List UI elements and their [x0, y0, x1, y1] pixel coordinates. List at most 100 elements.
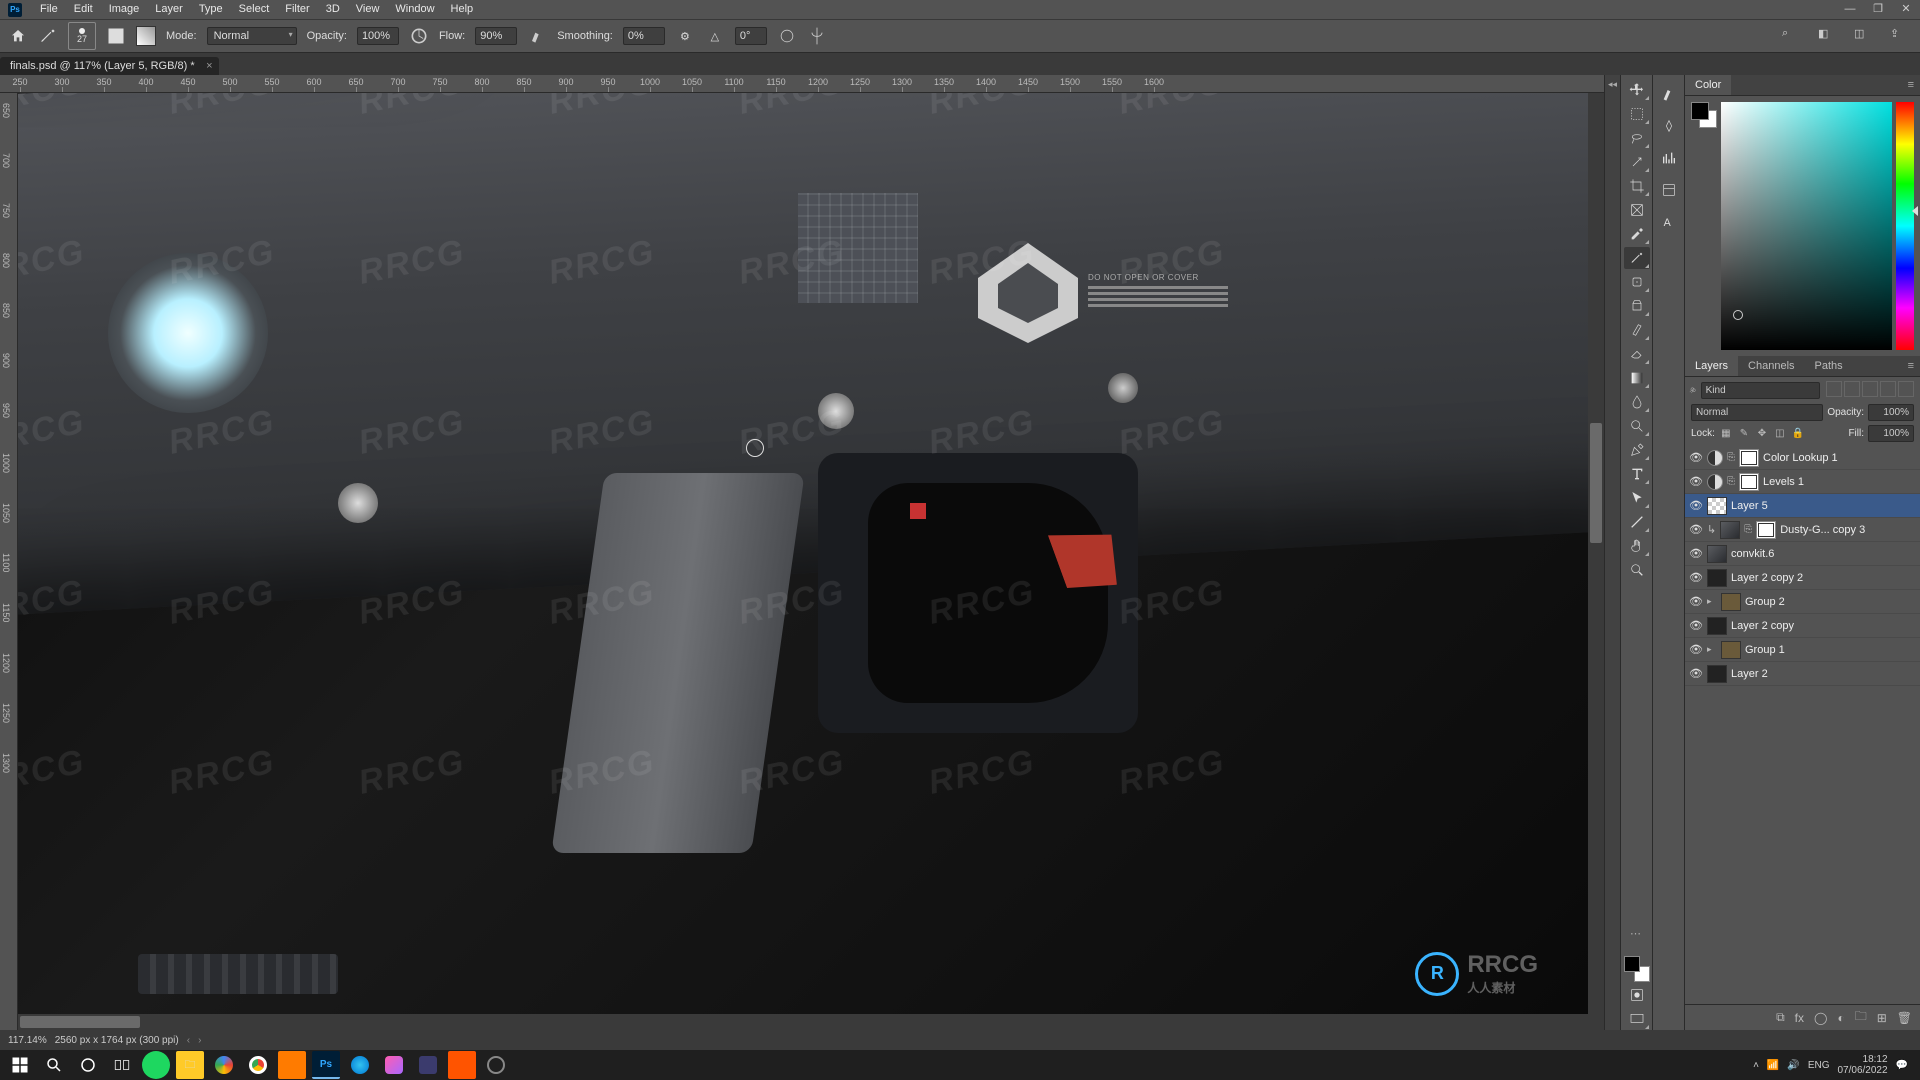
layer-mask-thumb[interactable] — [1739, 473, 1759, 491]
start-button[interactable] — [6, 1051, 34, 1079]
layer-mask-thumb[interactable] — [1739, 449, 1759, 467]
marquee-tool-icon[interactable] — [1624, 103, 1650, 125]
brush-settings-panel-icon[interactable] — [1656, 79, 1682, 109]
gradient-tool-icon[interactable] — [1624, 367, 1650, 389]
taskbar-app-spotify[interactable] — [142, 1051, 170, 1079]
tray-network-icon[interactable]: 📶 — [1767, 1060, 1779, 1071]
layer-row[interactable]: 👁⎘Levels 1 — [1685, 470, 1920, 494]
brush-settings-icon[interactable] — [106, 26, 126, 46]
layer-name[interactable]: Group 2 — [1745, 596, 1916, 608]
properties-panel-icon[interactable] — [1656, 175, 1682, 205]
menu-3d[interactable]: 3D — [318, 0, 348, 19]
color-panel-menu-icon[interactable]: ≡ — [1902, 75, 1920, 95]
layer-fx-icon[interactable]: fx — [1795, 1011, 1804, 1025]
layer-visibility-icon[interactable]: 👁 — [1689, 499, 1703, 513]
layer-visibility-icon[interactable]: 👁 — [1689, 619, 1703, 633]
status-nav-right[interactable]: › — [198, 1035, 201, 1046]
layer-row[interactable]: 👁Layer 2 — [1685, 662, 1920, 686]
layer-name[interactable]: Layer 2 copy 2 — [1731, 572, 1916, 584]
zoom-tool-icon[interactable] — [1624, 559, 1650, 581]
layer-name[interactable]: convkit.6 — [1731, 548, 1916, 560]
layer-visibility-icon[interactable]: 👁 — [1689, 571, 1703, 585]
taskbar-app-edge[interactable] — [346, 1051, 374, 1079]
layer-filter-icons[interactable] — [1824, 381, 1914, 400]
edit-toolbar-icon[interactable]: ⋯ — [1630, 927, 1643, 940]
layer-blend-mode[interactable]: Normal — [1691, 404, 1823, 421]
menu-view[interactable]: View — [348, 0, 388, 19]
taskbar-app-blender[interactable] — [278, 1051, 306, 1079]
move-tool-icon[interactable] — [1624, 79, 1650, 101]
layer-visibility-icon[interactable]: 👁 — [1689, 523, 1703, 537]
scrollbar-horizontal[interactable] — [18, 1014, 1604, 1030]
task-view-icon[interactable] — [108, 1051, 136, 1079]
hue-slider[interactable] — [1896, 102, 1914, 350]
scrollbar-vertical[interactable] — [1588, 93, 1604, 1014]
document-tab[interactable]: finals.psd @ 117% (Layer 5, RGB/8) * × — [0, 57, 219, 75]
layer-opacity-value[interactable]: 100% — [1868, 404, 1914, 421]
menu-help[interactable]: Help — [443, 0, 482, 19]
menu-image[interactable]: Image — [101, 0, 148, 19]
channels-tab[interactable]: Channels — [1738, 356, 1804, 376]
menu-type[interactable]: Type — [191, 0, 231, 19]
close-tab-icon[interactable]: × — [206, 60, 212, 72]
layer-row[interactable]: 👁↳⎘Dusty-G... copy 3 — [1685, 518, 1920, 542]
flow-value[interactable]: 90% — [475, 27, 517, 45]
pressure-size-icon[interactable] — [777, 26, 797, 46]
clone-stamp-tool-icon[interactable] — [1624, 295, 1650, 317]
new-layer-icon[interactable]: ⊞ — [1877, 1011, 1887, 1025]
brush-preset-picker[interactable]: 27 — [68, 22, 96, 50]
layer-visibility-icon[interactable]: 👁 — [1689, 595, 1703, 609]
menu-window[interactable]: Window — [387, 0, 442, 19]
angle-value[interactable]: 0° — [735, 27, 767, 45]
lock-pixels-icon[interactable]: ✎ — [1737, 427, 1751, 441]
eraser-tool-icon[interactable] — [1624, 343, 1650, 365]
menu-filter[interactable]: Filter — [277, 0, 317, 19]
workspace-switcher-icon[interactable]: ◫ — [1854, 27, 1872, 45]
taskbar-search-icon[interactable] — [40, 1051, 68, 1079]
menu-edit[interactable]: Edit — [66, 0, 101, 19]
ruler-vertical[interactable]: 6507007508008509009501000105011001150120… — [0, 93, 18, 1030]
share-icon[interactable]: ⇪ — [1890, 27, 1908, 45]
group-disclose-icon[interactable]: ▸ — [1707, 596, 1717, 607]
layer-filter-kind[interactable]: Kind — [1701, 382, 1820, 399]
line-tool-icon[interactable] — [1624, 511, 1650, 533]
history-brush-tool-icon[interactable] — [1624, 319, 1650, 341]
quick-select-tool-icon[interactable] — [1624, 151, 1650, 173]
blur-tool-icon[interactable] — [1624, 391, 1650, 413]
layer-visibility-icon[interactable]: 👁 — [1689, 451, 1703, 465]
lock-artboard-icon[interactable]: ◫ — [1773, 427, 1787, 441]
layer-row[interactable]: 👁⎘Color Lookup 1 — [1685, 446, 1920, 470]
character-panel-icon[interactable]: A — [1656, 207, 1682, 237]
color-swatches[interactable] — [1624, 956, 1650, 982]
taskbar-app-generic4[interactable] — [448, 1051, 476, 1079]
canvas[interactable]: DO NOT OPEN OR COVER RRCGRRCGRRCGRRCGRRC… — [18, 93, 1588, 1014]
tray-clock[interactable]: 18:12 07/06/2022 — [1837, 1054, 1887, 1076]
brush-tool-icon[interactable] — [1624, 247, 1650, 269]
foreground-color-swatch[interactable] — [1624, 956, 1640, 972]
layer-row[interactable]: 👁Layer 5 — [1685, 494, 1920, 518]
healing-brush-tool-icon[interactable] — [1624, 271, 1650, 293]
opacity-value[interactable]: 100% — [357, 27, 399, 45]
dodge-tool-icon[interactable] — [1624, 415, 1650, 437]
panel-color-swatches[interactable] — [1691, 102, 1717, 128]
histogram-panel-icon[interactable] — [1656, 143, 1682, 173]
pressure-opacity-icon[interactable] — [409, 26, 429, 46]
menu-file[interactable]: File — [32, 0, 66, 19]
layer-visibility-icon[interactable]: 👁 — [1689, 667, 1703, 681]
lock-all-icon[interactable]: 🔒 — [1791, 427, 1805, 441]
tray-language[interactable]: ENG — [1808, 1060, 1830, 1071]
layer-row[interactable]: 👁convkit.6 — [1685, 542, 1920, 566]
taskbar-app-obs[interactable] — [482, 1051, 510, 1079]
new-group-icon[interactable]: 🗀 — [1855, 1007, 1867, 1028]
layer-visibility-icon[interactable]: 👁 — [1689, 475, 1703, 489]
tray-volume-icon[interactable]: 🔊 — [1787, 1060, 1799, 1071]
smoothing-options-icon[interactable]: ⚙ — [675, 26, 695, 46]
layer-thumb[interactable] — [1720, 521, 1740, 539]
color-panel-tab[interactable]: Color — [1685, 75, 1731, 95]
layer-name[interactable]: Layer 2 copy — [1731, 620, 1916, 632]
symmetry-icon[interactable] — [807, 26, 827, 46]
layer-name[interactable]: Dusty-G... copy 3 — [1780, 524, 1916, 536]
type-tool-icon[interactable] — [1624, 463, 1650, 485]
screen-mode-icon[interactable] — [1624, 1008, 1650, 1030]
delete-layer-icon[interactable]: 🗑 — [1897, 1011, 1912, 1025]
